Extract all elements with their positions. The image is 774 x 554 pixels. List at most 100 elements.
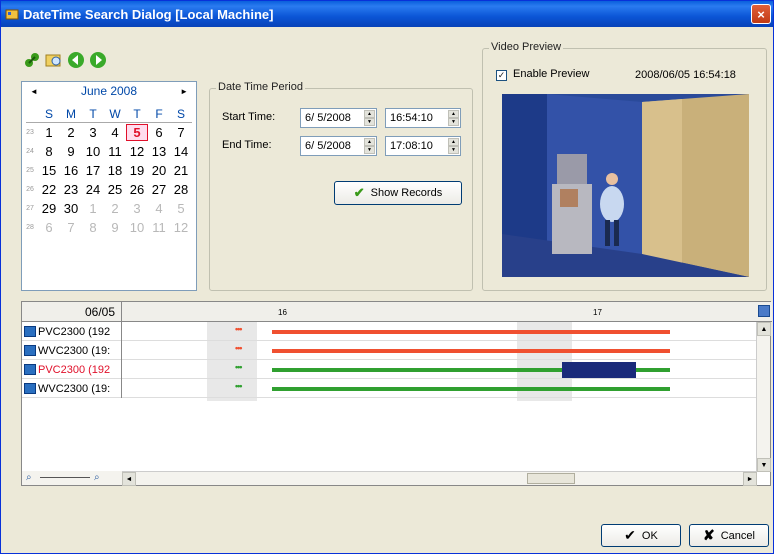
timeline-tick: 17	[593, 308, 602, 317]
end-date-spinner[interactable]: ▲ ▼	[364, 138, 375, 154]
calendar-day[interactable]: 23	[60, 182, 82, 197]
zoom-out-icon[interactable]: ⌕	[26, 472, 32, 483]
calendar-day[interactable]: 25	[104, 182, 126, 197]
weekday-header: S M T W T F S	[22, 104, 198, 123]
camera-name[interactable]: PVC2300 (192	[22, 322, 122, 341]
calendar-day[interactable]: 11	[148, 220, 170, 235]
calendar-day[interactable]: 18	[104, 163, 126, 178]
start-time-picker[interactable]: 16:54:10 ▲ ▼	[385, 108, 461, 128]
weekday-label: S	[44, 106, 53, 121]
start-time-spinner[interactable]: ▲ ▼	[448, 110, 459, 126]
selected-segment[interactable]	[562, 362, 636, 378]
timeline-header: 06/05 16 17	[22, 302, 772, 322]
calendar-day[interactable]: 24	[82, 182, 104, 197]
calendar-day[interactable]: 20	[148, 163, 170, 178]
vertical-scrollbar[interactable]: ▲ ▼	[756, 322, 771, 472]
title-bar: DateTime Search Dialog [Local Machine] ×	[1, 1, 773, 27]
calendar-day[interactable]: 8	[82, 220, 104, 235]
timeline-row[interactable]: WVC2300 (19: •••	[22, 379, 757, 398]
timeline-row[interactable]: PVC2300 (192 •••	[22, 360, 757, 379]
calendar-day[interactable]: 21	[170, 163, 192, 178]
calendar-day[interactable]: 5	[170, 201, 192, 216]
start-date-picker[interactable]: 6/ 5/2008 ▲ ▼	[300, 108, 377, 128]
record-bar[interactable]	[272, 349, 670, 353]
calendar-day[interactable]: 19	[126, 163, 148, 178]
calendar-day[interactable]: 4	[148, 201, 170, 216]
forward-icon[interactable]	[89, 51, 107, 69]
calendar-day[interactable]: 11	[104, 144, 126, 159]
checkmark-icon: ✔	[353, 185, 365, 200]
end-time-spinner[interactable]: ▲ ▼	[448, 138, 459, 154]
camera-name[interactable]: WVC2300 (19:	[22, 341, 122, 360]
calendar-day[interactable]: 9	[60, 144, 82, 159]
start-date-spinner[interactable]: ▲ ▼	[364, 110, 375, 126]
search-folder-icon[interactable]	[45, 51, 63, 69]
scroll-left-button[interactable]: ◄	[122, 472, 136, 486]
prev-month-button[interactable]: ◄	[30, 87, 38, 96]
show-records-button[interactable]: ✔ Show Records	[334, 181, 462, 205]
toolbar	[23, 51, 107, 69]
check-icon: ✔	[624, 527, 636, 543]
connect-icon[interactable]	[23, 51, 41, 69]
calendar-day[interactable]: 1	[38, 125, 60, 140]
calendar-day[interactable]: 2	[104, 201, 126, 216]
month-calendar[interactable]: ◄ June 2008 ► S M T W T F S 23 1 2 3 4 5 6 7 24 8…	[21, 81, 197, 291]
next-month-button[interactable]: ►	[180, 87, 188, 96]
end-time-value: 17:08:10	[390, 140, 433, 152]
calendar-day[interactable]: 30	[60, 201, 82, 216]
calendar-day[interactable]: 6	[148, 125, 170, 140]
end-time-picker[interactable]: 17:08:10 ▲ ▼	[385, 136, 461, 156]
start-time-label: Start Time:	[222, 111, 276, 123]
calendar-day[interactable]: 10	[126, 220, 148, 235]
scroll-up-button[interactable]: ▲	[757, 322, 771, 336]
calendar-day[interactable]: 9	[104, 220, 126, 235]
calendar-day[interactable]: 12	[170, 220, 192, 235]
calendar-day[interactable]: 14	[170, 144, 192, 159]
calendar-day[interactable]: 16	[60, 163, 82, 178]
calendar-day[interactable]: 7	[170, 125, 192, 140]
zoom-slider[interactable]: ⌕ ⌕	[22, 471, 122, 485]
calendar-day[interactable]: 4	[104, 125, 126, 140]
calendar-day[interactable]: 3	[82, 125, 104, 140]
ok-button[interactable]: ✔ OK	[601, 524, 681, 547]
camera-label: WVC2300 (19:	[38, 344, 111, 357]
camera-name[interactable]: PVC2300 (192	[22, 360, 122, 379]
calendar-day[interactable]: 29	[38, 201, 60, 216]
calendar-day[interactable]: 6	[38, 220, 60, 235]
calendar-day[interactable]: 5	[126, 124, 148, 141]
scroll-down-button[interactable]: ▼	[757, 458, 771, 472]
calendar-day[interactable]: 26	[126, 182, 148, 197]
calendar-day[interactable]: 7	[60, 220, 82, 235]
calendar-day[interactable]: 22	[38, 182, 60, 197]
timeline-row[interactable]: WVC2300 (19: •••	[22, 341, 757, 360]
calendar-day[interactable]: 15	[38, 163, 60, 178]
scroll-thumb[interactable]	[527, 473, 575, 484]
calendar-day[interactable]: 1	[82, 201, 104, 216]
back-icon[interactable]	[67, 51, 85, 69]
record-timeline[interactable]: 06/05 16 17 PVC2300 (192 ••• WVC2300 (19…	[21, 301, 772, 486]
calendar-day[interactable]: 10	[82, 144, 104, 159]
calendar-day[interactable]: 2	[60, 125, 82, 140]
calendar-week: 23 1 2 3 4 5 6 7	[22, 123, 198, 142]
zoom-in-icon[interactable]: ⌕	[94, 472, 100, 483]
camera-label: WVC2300 (19:	[38, 382, 111, 395]
calendar-day[interactable]: 13	[148, 144, 170, 159]
scroll-right-button[interactable]: ►	[743, 472, 757, 486]
calendar-week: 27 29 30 1 2 3 4 5	[22, 199, 198, 218]
record-bar[interactable]	[272, 330, 670, 334]
horizontal-scrollbar[interactable]: ◄ ►	[122, 471, 757, 486]
calendar-day[interactable]: 17	[82, 163, 104, 178]
calendar-day[interactable]: 28	[170, 182, 192, 197]
calendar-day[interactable]: 3	[126, 201, 148, 216]
grid-view-icon[interactable]	[758, 305, 770, 317]
calendar-day[interactable]: 27	[148, 182, 170, 197]
calendar-day[interactable]: 8	[38, 144, 60, 159]
calendar-day[interactable]: 12	[126, 144, 148, 159]
enable-preview-checkbox[interactable]: ✓	[496, 70, 507, 81]
end-date-picker[interactable]: 6/ 5/2008 ▲ ▼	[300, 136, 377, 156]
cancel-button[interactable]: ✘ Cancel	[689, 524, 769, 547]
timeline-row[interactable]: PVC2300 (192 •••	[22, 322, 757, 341]
close-button[interactable]: ×	[751, 4, 771, 24]
record-bar[interactable]	[272, 387, 670, 391]
camera-name[interactable]: WVC2300 (19:	[22, 379, 122, 398]
